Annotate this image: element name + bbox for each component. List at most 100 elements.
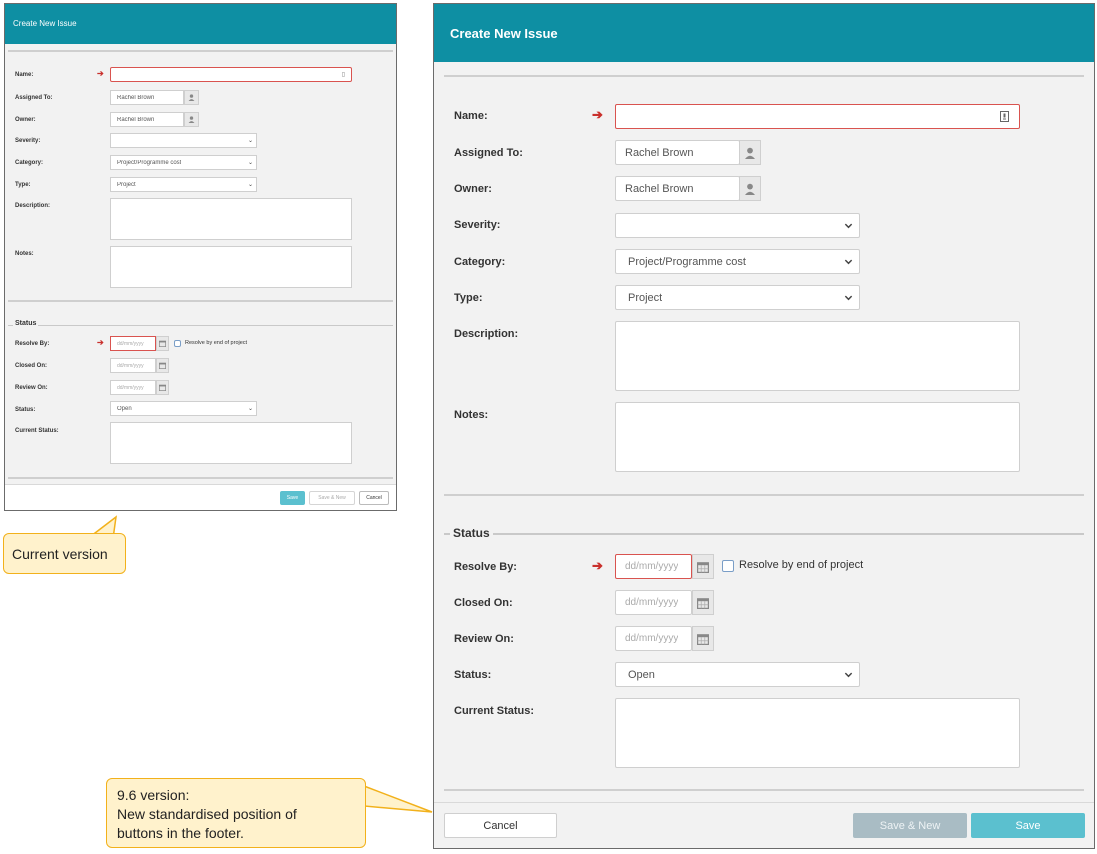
- resolve-by-date-input[interactable]: dd/mm/yyyy: [615, 554, 692, 579]
- callout-text: 9.6 version: New standardised position o…: [117, 786, 297, 843]
- save-new-button[interactable]: Save & New: [853, 813, 967, 838]
- closed-on-calendar-button[interactable]: [156, 358, 169, 373]
- severity-label: Severity:: [454, 219, 501, 231]
- resolve-end-of-project-label: Resolve by end of project: [185, 340, 248, 346]
- notes-label: Notes:: [15, 251, 34, 257]
- notes-textarea[interactable]: [110, 246, 352, 288]
- closed-on-calendar-button[interactable]: [692, 590, 714, 615]
- owner-user-picker-button[interactable]: [184, 112, 199, 127]
- current-version-dialog: Create New Issue Name: ➔ ▯ Assigned To: …: [4, 3, 397, 511]
- save-new-button[interactable]: Save & New: [309, 491, 355, 505]
- severity-select[interactable]: [615, 213, 860, 238]
- review-on-date-input[interactable]: dd/mm/yyyy: [110, 380, 156, 395]
- closed-on-label: Closed On:: [454, 597, 513, 609]
- save-button[interactable]: Save: [971, 813, 1085, 838]
- owner-input[interactable]: Rachel Brown: [110, 112, 184, 127]
- category-select[interactable]: Project/Programme cost: [615, 249, 860, 274]
- resolve-by-calendar-button[interactable]: [156, 336, 169, 351]
- assigned-user-picker-button[interactable]: [184, 90, 199, 105]
- owner-user-picker-button[interactable]: [739, 176, 761, 201]
- chevron-down-icon: ⌄: [247, 138, 253, 144]
- dialog-body: Name: ➔ ▯ Assigned To: Rachel Brown Owne…: [5, 44, 396, 484]
- cancel-button[interactable]: Cancel: [444, 813, 557, 838]
- calendar-icon: [697, 597, 709, 609]
- assigned-to-label: Assigned To:: [15, 95, 53, 101]
- resolve-by-calendar-button[interactable]: [692, 554, 714, 579]
- divider: [8, 477, 393, 479]
- status-section-line: [8, 325, 393, 326]
- name-input[interactable]: [615, 104, 1020, 129]
- resolve-end-of-project-checkbox[interactable]: [174, 340, 181, 347]
- review-on-date-input[interactable]: dd/mm/yyyy: [615, 626, 692, 651]
- assigned-user-picker-button[interactable]: [739, 140, 761, 165]
- callout-text: Current version: [12, 546, 108, 562]
- cancel-button[interactable]: Cancel: [359, 491, 389, 505]
- chevron-down-icon: [844, 672, 853, 678]
- description-label: Description:: [454, 328, 519, 340]
- person-icon: [188, 94, 195, 101]
- dialog-header: Create New Issue: [5, 4, 396, 44]
- closed-on-date-input[interactable]: dd/mm/yyyy: [110, 358, 156, 373]
- resolve-end-of-project-label: Resolve by end of project: [739, 559, 864, 571]
- resolve-by-date-input[interactable]: dd/mm/yyyy: [110, 336, 156, 351]
- review-on-label: Review On:: [454, 633, 514, 645]
- owner-label: Owner:: [15, 117, 36, 123]
- dialog-header: Create New Issue: [434, 4, 1094, 62]
- dialog-title: Create New Issue: [450, 26, 558, 41]
- footer-border: [434, 802, 1094, 803]
- resolve-by-label: Resolve By:: [15, 341, 50, 347]
- current-status-textarea[interactable]: [110, 422, 352, 464]
- person-icon: [744, 147, 756, 159]
- chevron-down-icon: ⌄: [247, 406, 253, 412]
- person-icon: [744, 183, 756, 195]
- description-label: Description:: [15, 203, 51, 209]
- severity-select[interactable]: ⌄: [110, 133, 257, 148]
- status-label: Status:: [454, 669, 492, 681]
- review-on-calendar-button[interactable]: [156, 380, 169, 395]
- contact-card-icon: ▯: [341, 72, 345, 78]
- current-status-label: Current Status:: [15, 428, 59, 434]
- name-label: Name:: [454, 110, 488, 122]
- description-textarea[interactable]: [110, 198, 352, 240]
- resolve-end-of-project-checkbox[interactable]: [722, 560, 734, 572]
- callout-pointer: [363, 784, 433, 813]
- severity-label: Severity:: [15, 138, 41, 144]
- current-status-textarea[interactable]: [615, 698, 1020, 768]
- closed-on-date-input[interactable]: dd/mm/yyyy: [615, 590, 692, 615]
- review-on-calendar-button[interactable]: [692, 626, 714, 651]
- chevron-down-icon: [844, 259, 853, 265]
- divider: [8, 300, 393, 302]
- status-section-title: Status: [13, 320, 39, 327]
- name-label: Name:: [15, 72, 34, 78]
- type-select[interactable]: Project ⌄: [110, 177, 257, 192]
- notes-textarea[interactable]: [615, 402, 1020, 472]
- assigned-to-label: Assigned To:: [454, 147, 523, 159]
- owner-input[interactable]: Rachel Brown: [615, 176, 740, 201]
- status-select[interactable]: Open: [615, 662, 860, 687]
- resolve-by-label: Resolve By:: [454, 561, 517, 573]
- required-arrow-icon: ➔: [97, 69, 104, 78]
- new-version-dialog: Create New Issue Name: ➔ Assigned To: Ra…: [433, 3, 1095, 849]
- divider: [444, 494, 1084, 496]
- calendar-icon: [159, 340, 166, 347]
- divider: [8, 50, 393, 52]
- assigned-to-input[interactable]: Rachel Brown: [615, 140, 740, 165]
- name-input[interactable]: ▯: [110, 67, 352, 82]
- category-label: Category:: [454, 256, 506, 268]
- chevron-down-icon: ⌄: [247, 160, 253, 166]
- calendar-icon: [159, 362, 166, 369]
- divider: [444, 789, 1084, 791]
- category-select[interactable]: Project/Programme cost ⌄: [110, 155, 257, 170]
- calendar-icon: [697, 633, 709, 645]
- status-select[interactable]: Open ⌄: [110, 401, 257, 416]
- chevron-down-icon: ⌄: [247, 182, 253, 188]
- owner-label: Owner:: [454, 183, 492, 195]
- callout-line: buttons in the footer.: [117, 825, 244, 841]
- calendar-icon: [697, 561, 709, 573]
- type-label: Type:: [15, 182, 31, 188]
- description-textarea[interactable]: [615, 321, 1020, 391]
- save-button[interactable]: Save: [280, 491, 305, 505]
- chevron-down-icon: [844, 295, 853, 301]
- type-select[interactable]: Project: [615, 285, 860, 310]
- assigned-to-input[interactable]: Rachel Brown: [110, 90, 184, 105]
